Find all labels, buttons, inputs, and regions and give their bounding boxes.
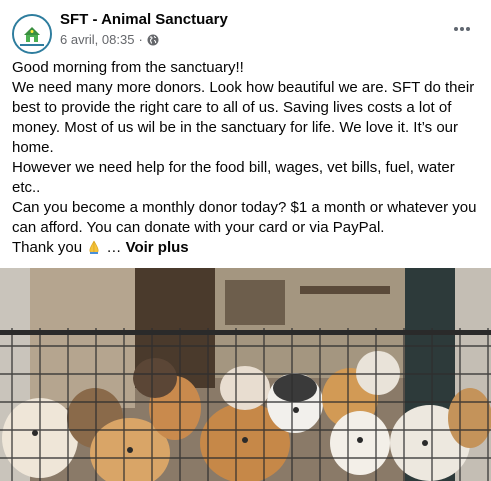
facebook-post: SFT - Animal Sanctuary 6 avril, 08:35 · … [0,0,491,481]
post-header: SFT - Animal Sanctuary 6 avril, 08:35 · [12,11,479,54]
post-last-line: Thank you … Voir plus [12,238,482,258]
post-text: Good morning from the sanctuary!! We nee… [12,58,482,258]
post-line: Can you become a monthly donor today? $1… [12,199,477,216]
post-line: etc.. [12,179,41,196]
post-line: money. Most of us wil be in the sanctuar… [12,119,459,136]
thank-you-text: Thank you [12,239,83,256]
post-photo[interactable] [0,268,491,481]
post-meta: 6 avril, 08:35 · [60,32,159,47]
dogs-behind-fence-illustration [0,268,491,481]
post-line: can afford. You can donate with your car… [12,219,385,236]
globe-icon[interactable] [147,34,159,46]
post-line: However we need help for the food bill, … [12,159,455,176]
meta-separator: · [138,32,143,47]
page-name-link[interactable]: SFT - Animal Sanctuary [60,11,228,28]
post-line: home. [12,139,54,156]
more-options-icon[interactable] [447,17,477,41]
post-line: Good morning from the sanctuary!! [12,59,244,76]
sanctuary-logo-icon [14,16,50,52]
see-more-link[interactable]: Voir plus [126,239,189,256]
post-timestamp-link[interactable]: 6 avril, 08:35 [60,32,134,47]
folded-hands-emoji-icon [86,239,102,255]
post-line: best to provide the right care to all of… [12,99,452,116]
post-line: We need many more donors. Look how beaut… [12,79,475,96]
page-avatar[interactable] [12,14,52,54]
ellipsis: … [106,239,122,256]
